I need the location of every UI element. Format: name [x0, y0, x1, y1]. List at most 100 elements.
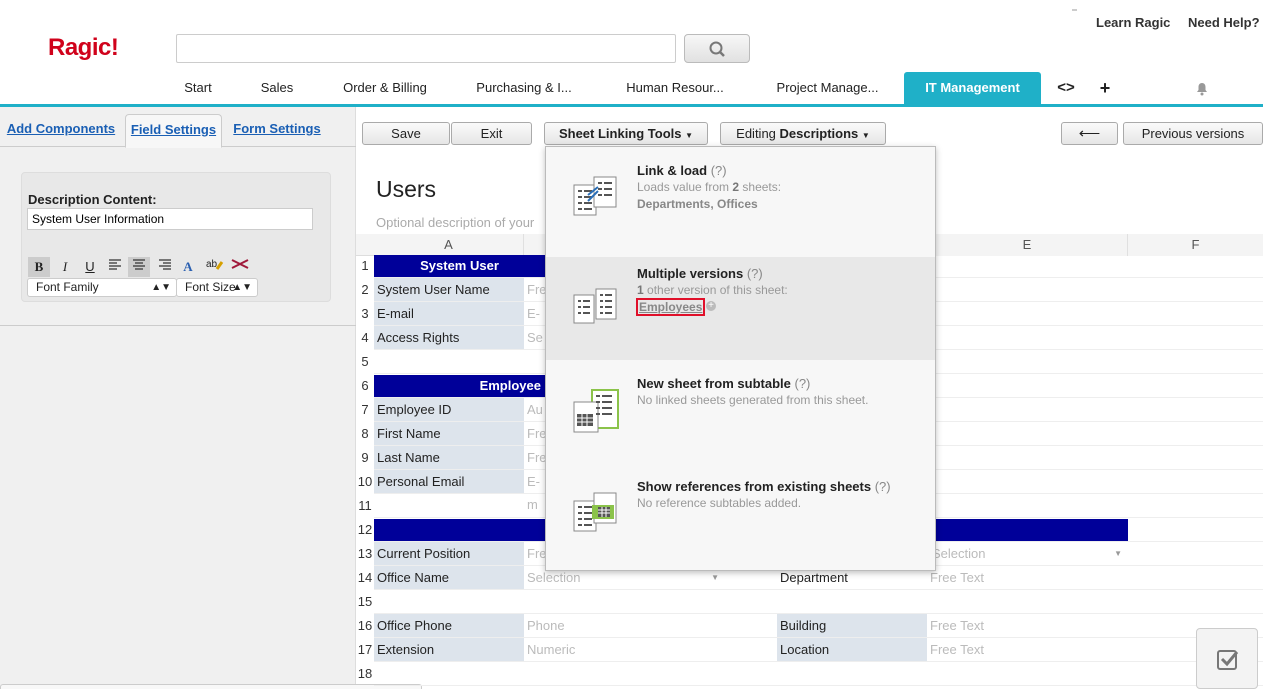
- row-number: 7: [361, 402, 369, 417]
- field-value[interactable]: Fre: [524, 422, 547, 445]
- field-value[interactable]: Free Text: [927, 638, 1128, 661]
- tab-start[interactable]: Start: [168, 72, 228, 104]
- font-size-select[interactable]: Font Size ▲▼: [176, 278, 258, 297]
- tab-it-management[interactable]: IT Management: [904, 72, 1041, 104]
- table-row: Office Phone Phone Building Free Text: [374, 614, 1263, 638]
- add-tab-icon[interactable]: +: [1093, 72, 1117, 104]
- field-label[interactable]: Current Position: [374, 542, 524, 565]
- section-header[interactable]: [374, 519, 545, 541]
- tab-project-management[interactable]: Project Manage...: [765, 72, 890, 104]
- tab-field-settings[interactable]: Field Settings: [125, 114, 222, 148]
- add-version-icon[interactable]: +: [706, 301, 716, 311]
- field-value[interactable]: E-m: [524, 302, 545, 344]
- table-row: [374, 662, 1263, 686]
- clear-format-icon[interactable]: [229, 257, 251, 277]
- field-label[interactable]: Employee ID: [374, 398, 524, 421]
- column-header-e[interactable]: E: [927, 234, 1128, 256]
- help-link[interactable]: (?): [747, 266, 763, 281]
- field-label[interactable]: Office Name: [374, 566, 524, 589]
- row-number: 17: [357, 642, 373, 657]
- editing-prefix: Editing: [736, 126, 780, 141]
- field-label[interactable]: E-mail: [374, 302, 524, 325]
- description-content-label: Description Content:: [28, 192, 157, 207]
- underline-button[interactable]: U: [79, 257, 101, 277]
- section-header[interactable]: Employee: [374, 375, 545, 397]
- menu-item-title: Link & load (?): [637, 163, 727, 178]
- align-center-icon[interactable]: [128, 257, 150, 277]
- help-link[interactable]: (?): [711, 163, 727, 178]
- checklist-button[interactable]: [1196, 628, 1258, 689]
- sheet-title[interactable]: Users: [376, 176, 436, 203]
- field-value[interactable]: Se: [524, 326, 545, 349]
- sheet-description[interactable]: Optional description of your: [376, 215, 534, 230]
- previous-versions-button[interactable]: Previous versions: [1123, 122, 1263, 145]
- field-label[interactable]: Access Rights: [374, 326, 524, 349]
- learn-ragic-link[interactable]: Learn Ragic: [1096, 15, 1170, 30]
- section-header[interactable]: System User: [374, 255, 545, 277]
- field-label[interactable]: First Name: [374, 422, 524, 445]
- field-label[interactable]: Office Phone: [374, 614, 524, 637]
- caret-down-icon: ▼: [1114, 549, 1122, 558]
- field-value[interactable]: Free Text: [927, 614, 1128, 637]
- menu-item-new-sheet-from-subtable[interactable]: New sheet from subtable (?) No linked sh…: [546, 360, 935, 463]
- field-value[interactable]: Fre: [524, 446, 547, 469]
- field-value[interactable]: E-m: [524, 470, 545, 512]
- field-value[interactable]: Fre: [524, 278, 547, 301]
- column-header-f[interactable]: F: [1128, 234, 1263, 256]
- field-label[interactable]: Location: [777, 638, 927, 661]
- exit-button[interactable]: Exit: [451, 122, 532, 145]
- align-right-icon[interactable]: [154, 257, 176, 277]
- search-input[interactable]: [176, 34, 676, 63]
- bell-icon[interactable]: [1195, 82, 1209, 99]
- field-value[interactable]: Phone: [524, 614, 725, 637]
- column-header-a[interactable]: A: [374, 234, 524, 256]
- selection-field[interactable]: Selection ▼: [929, 542, 1128, 565]
- highlight-icon[interactable]: ab: [204, 257, 226, 277]
- tab-add-components[interactable]: Add Components: [6, 117, 116, 147]
- field-value[interactable]: Free Text: [927, 566, 1128, 589]
- link-load-icon: [572, 175, 620, 223]
- field-value[interactable]: Au: [524, 398, 545, 421]
- row-number: 10: [357, 474, 373, 489]
- search-button[interactable]: [684, 34, 750, 63]
- help-link[interactable]: (?): [875, 479, 891, 494]
- back-arrow-button[interactable]: ⟵: [1061, 122, 1118, 145]
- field-label[interactable]: Personal Email: [374, 470, 524, 493]
- italic-button[interactable]: I: [54, 257, 76, 277]
- menu-item-link-load[interactable]: Link & load (?) Loads value from 2 sheet…: [546, 147, 935, 250]
- font-color-icon[interactable]: A: [177, 257, 199, 277]
- tab-human-resources[interactable]: Human Resour...: [615, 72, 735, 104]
- field-label[interactable]: System User Name: [374, 278, 524, 301]
- linked-sheets[interactable]: Departments, Offices: [637, 197, 758, 211]
- tab-form-settings[interactable]: Form Settings: [232, 117, 322, 147]
- menu-item-multiple-versions[interactable]: Multiple versions (?) 1 other version of…: [546, 257, 935, 360]
- tab-sales[interactable]: Sales: [247, 72, 307, 104]
- tab-order-billing[interactable]: Order & Billing: [330, 72, 440, 104]
- row-number: 14: [357, 570, 373, 585]
- section-header[interactable]: [936, 519, 1128, 541]
- field-label[interactable]: Building: [777, 614, 927, 637]
- ragic-logo[interactable]: Ragic!: [48, 34, 119, 62]
- field-value[interactable]: Numeric: [524, 638, 725, 661]
- search-icon: [709, 41, 725, 57]
- bold-button[interactable]: B: [28, 257, 50, 277]
- code-icon[interactable]: <>: [1052, 72, 1080, 104]
- font-family-select[interactable]: Font Family ▲▼: [27, 278, 177, 297]
- sheet-linking-tools-button[interactable]: Sheet Linking Tools ▼: [544, 122, 708, 145]
- save-button[interactable]: Save: [362, 122, 450, 145]
- version-employees-link[interactable]: Employees: [636, 298, 706, 316]
- help-link[interactable]: (?): [795, 376, 811, 391]
- align-left-icon[interactable]: [104, 257, 126, 277]
- description-content-input[interactable]: [27, 208, 313, 230]
- field-label[interactable]: Last Name: [374, 446, 524, 469]
- field-label[interactable]: Extension: [374, 638, 524, 661]
- row-number: 3: [361, 306, 369, 321]
- sheet-linking-tools-label: Sheet Linking Tools: [558, 126, 682, 141]
- chevron-updown-icon: ▲▼: [232, 282, 252, 293]
- selection-field-label: Selection: [932, 546, 986, 561]
- field-value[interactable]: Fre: [524, 542, 547, 565]
- menu-item-show-references[interactable]: Show references from existing sheets (?)…: [546, 463, 935, 566]
- need-help-link[interactable]: Need Help?: [1188, 15, 1260, 30]
- tab-purchasing[interactable]: Purchasing & I...: [465, 72, 583, 104]
- editing-mode-button[interactable]: Editing Descriptions ▼: [720, 122, 886, 145]
